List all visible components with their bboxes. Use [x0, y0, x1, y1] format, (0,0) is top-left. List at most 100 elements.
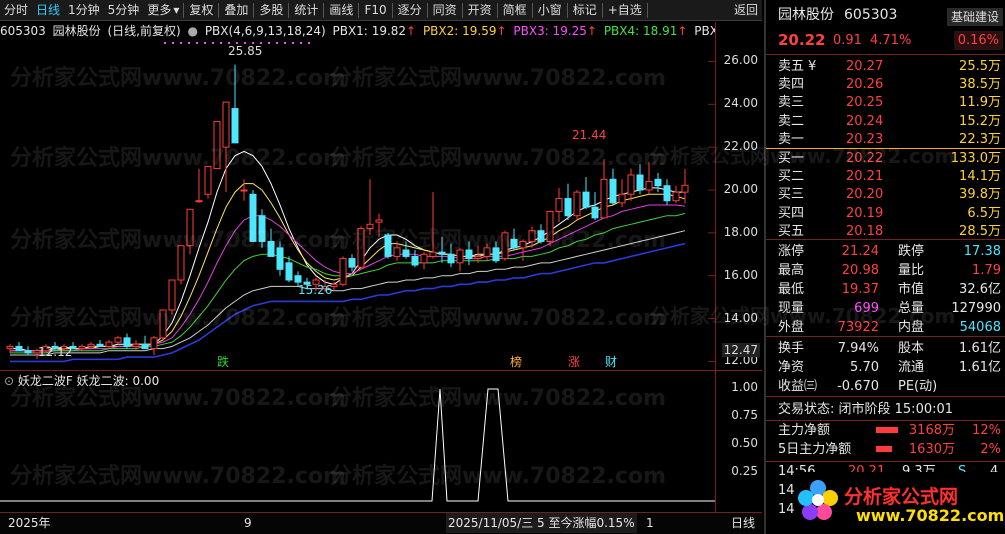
price-tick: 16.00 — [723, 267, 758, 282]
candle — [438, 237, 446, 263]
panel-row: 换手 7.94% 股本 1.61亿 — [766, 339, 1005, 358]
candle — [627, 168, 635, 201]
stat-label: 现量 — [778, 301, 805, 316]
bid-volume: 28.5万 — [959, 223, 1001, 239]
ask-label: 卖一 — [778, 131, 805, 147]
candle — [366, 179, 374, 235]
signal-dot — [308, 42, 310, 44]
sub-tick: 0.25 — [731, 464, 758, 478]
candle — [573, 190, 581, 220]
stat-value-2: 17.38 — [963, 244, 1001, 259]
ask-price: 20.24 — [846, 113, 884, 129]
candle — [609, 168, 617, 205]
toolbar-btn-1[interactable]: 日线 — [32, 0, 64, 21]
price-tick: 26.00 — [723, 53, 758, 68]
toolbar-btn-9[interactable]: 画线 — [325, 0, 357, 21]
toolbar-btn-16[interactable]: 标记 — [569, 0, 601, 21]
stat-label-2: 跌停 — [898, 244, 925, 259]
toolbar-btn-8[interactable]: 统计 — [290, 0, 322, 21]
pbx2-value: PBX2: 19.59 — [422, 24, 497, 38]
toolbar-btn-4[interactable]: 更多 — [143, 0, 173, 21]
sub-tick: 0.50 — [731, 436, 758, 450]
candle — [537, 224, 545, 244]
toolbar-btn-7[interactable]: 多股 — [255, 0, 287, 21]
toolbar-btn-14[interactable]: 简框 — [499, 0, 531, 21]
panel-row: 卖二 20.24 15.2万 — [766, 112, 1005, 131]
candle — [123, 333, 131, 349]
time-label-year: 2025年 — [8, 516, 51, 530]
toolbar-btn-13[interactable]: 开资 — [464, 0, 496, 21]
tick-time-2: 14 — [778, 483, 795, 498]
candle — [411, 250, 419, 268]
candlestick-chart[interactable]: 25.85 21.44 15.26 12.12 跌 榜 涨 财 — [0, 40, 715, 370]
signal-dot — [220, 42, 222, 44]
fin-label: 净资 — [778, 360, 805, 375]
candle — [465, 241, 473, 265]
candle — [564, 183, 572, 220]
ask-price: 20.26 — [846, 77, 884, 93]
low-label: 15.26 — [298, 283, 332, 297]
toolbar-btn-5[interactable]: 复权 — [185, 0, 217, 21]
stock-name: 园林股份 — [52, 24, 101, 38]
bid-price: 20.20 — [846, 187, 884, 203]
sector-button[interactable]: 基础建设 — [946, 8, 1003, 26]
more-dropdown-icon[interactable]: ▾ — [173, 0, 182, 21]
ma-line-3 — [10, 212, 686, 354]
stock-code: 605303 — [0, 24, 46, 38]
signal-dot — [300, 42, 302, 44]
candle — [483, 243, 491, 261]
sub-axis: 1.00 0.75 0.50 0.25 — [715, 370, 762, 512]
event-marker: 跌 — [217, 354, 229, 369]
toolbar-btn-15[interactable]: 小窗 — [534, 0, 566, 21]
candle — [420, 252, 428, 270]
stat-value: 19.37 — [841, 282, 879, 297]
signal-dot — [236, 42, 238, 44]
trade-state: 交易状态: 闭市阶段 15:00:01 — [778, 402, 954, 417]
up-arrow-icon: ↑ — [586, 24, 597, 38]
indicator-name[interactable]: PBX(4,6,9,13,18,24) — [205, 24, 326, 38]
bid-volume: 14.1万 — [959, 169, 1001, 185]
toolbar-btn-10[interactable]: F10 — [360, 0, 390, 21]
stat-label-2: 量比 — [898, 263, 925, 278]
flow-label: 主力净额 — [778, 423, 831, 438]
bid-price: 20.19 — [846, 205, 884, 221]
stat-value-2: 32.6亿 — [959, 282, 1001, 297]
period-label[interactable]: 日线 — [731, 513, 755, 533]
bid-label: 买一 — [778, 151, 805, 166]
stat-value: 20.98 — [841, 263, 879, 278]
toolbar-btn-18[interactable]: 返回 — [730, 0, 762, 21]
candle — [384, 232, 392, 259]
fin-value: 5.70 — [850, 360, 879, 375]
toolbar: 分时 日线 1分钟 5分钟 更多 ▾ 复权 叠加 多股 统计 画线 F10 逐分 同资 开资 简框 小窗 标记 +自… — [0, 0, 762, 21]
chart-period: (日线,前复权) — [107, 24, 181, 38]
event-marker: 财 — [605, 355, 617, 369]
price-tick: 20.00 — [723, 182, 758, 196]
ma-line-0 — [10, 150, 685, 352]
candle — [375, 213, 383, 238]
candle — [168, 279, 176, 315]
panel-row: 卖一 20.23 22.3万 — [766, 130, 1005, 149]
panel-row: 净资 5.70 流通 1.61亿 — [766, 358, 1005, 377]
panel-row: 卖三 20.25 11.9万 — [766, 93, 1005, 112]
ma-line-2 — [10, 204, 686, 352]
sub-indicator-panel[interactable]: ⊙ 妖龙二波F 妖龙二波: 0.00 — [0, 370, 762, 512]
toolbar-btn-17[interactable]: +自选 — [604, 0, 646, 21]
signal-dot — [228, 42, 230, 44]
toolbar-btn-2[interactable]: 1分钟 — [64, 0, 104, 21]
toolbar-btn-11[interactable]: 逐分 — [394, 0, 426, 21]
current-price-tag: 12.47 — [721, 343, 760, 358]
candle — [177, 245, 185, 285]
toolbar-btn-3[interactable]: 5分钟 — [104, 0, 144, 21]
quote-panel: 园林股份 605303 基础建设 20.22 0.91 4.71% 0.16% … — [764, 0, 1005, 534]
ask-label: 卖五 — [778, 59, 805, 74]
stat-label: 最低 — [778, 282, 805, 297]
toolbar-btn-6[interactable]: 叠加 — [220, 0, 252, 21]
candle — [636, 164, 644, 195]
toolbar-btn-0[interactable]: 分时 — [0, 0, 32, 21]
toolbar-btn-12[interactable]: 同资 — [429, 0, 461, 21]
bid-label: 买四 — [778, 205, 805, 221]
panel-row: 主力净额 3168万 12% — [766, 421, 1005, 440]
indicator-dropdown-icon[interactable]: ● — [188, 24, 198, 38]
panel-row: 买四 20.19 6.5万 — [766, 204, 1005, 223]
candle — [204, 165, 212, 199]
